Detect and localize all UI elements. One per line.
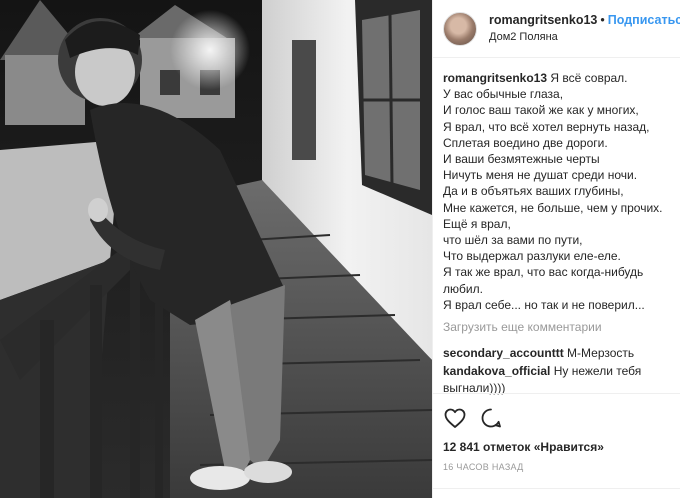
load-more-comments-link[interactable]: Загрузить еще комментарии xyxy=(443,319,680,335)
post-timestamp[interactable]: 16 часов назад xyxy=(443,462,680,472)
caption-line: И ваши безмятежные черты xyxy=(443,152,600,167)
caption: romangritsenko13 Я всё соврал. У вас обы… xyxy=(443,70,680,313)
caption-line: У вас обычные глаза, xyxy=(443,87,564,102)
caption-line: Ещё я врал, xyxy=(443,216,511,231)
likes-count[interactable]: 12 841 отметок «Нравится» xyxy=(443,440,680,454)
header-top-line: romangritsenko13•Подписаться xyxy=(489,13,680,27)
caption-line: И голос ваш такой же как у многих, xyxy=(443,103,639,118)
heart-outline-icon[interactable] xyxy=(443,406,467,430)
caption-line: Ничуть меня не душат среди ночи. xyxy=(443,168,638,183)
add-comment-divider xyxy=(433,488,680,489)
caption-line: Мне кажется, не больше, чем у прочих. xyxy=(443,200,663,215)
post-photo[interactable] xyxy=(0,0,432,498)
author-username[interactable]: romangritsenko13 xyxy=(489,13,597,27)
avatar[interactable] xyxy=(443,11,477,46)
instagram-post: romangritsenko13•Подписаться Дом2 Поляна… xyxy=(0,0,680,498)
action-bar xyxy=(443,404,680,432)
caption-line: что шёл за вами по пути, xyxy=(443,233,583,248)
caption-line: любил. xyxy=(443,281,483,296)
caption-line: Что выдержал разлуки еле-еле. xyxy=(443,249,621,264)
header-text: romangritsenko13•Подписаться Дом2 Поляна xyxy=(489,13,680,44)
caption-line: Я всё соврал. xyxy=(550,71,628,85)
comment-text: М-Мерзость xyxy=(567,346,635,361)
comment-item: kandakova_official Ну нежели тебя выгнал… xyxy=(443,363,680,395)
post-header: romangritsenko13•Подписаться Дом2 Поляна xyxy=(433,0,680,58)
comment-bubble-icon[interactable] xyxy=(479,406,503,430)
header-separator: • xyxy=(600,12,605,27)
location-link[interactable]: Дом2 Поляна xyxy=(489,31,680,44)
post-sidebar: romangritsenko13•Подписаться Дом2 Поляна… xyxy=(432,0,680,498)
comment-text: Ну нежели тебя xyxy=(553,364,642,379)
comments-section: romangritsenko13 Я всё соврал. У вас обы… xyxy=(433,58,680,396)
caption-username[interactable]: romangritsenko13 xyxy=(443,71,547,85)
post-footer: 12 841 отметок «Нравится» 16 часов назад xyxy=(433,393,680,472)
comment-username[interactable]: secondary_accounttt xyxy=(443,346,564,360)
caption-line: Я врал, что всё хотел вернуть назад, xyxy=(443,119,650,134)
photo-image xyxy=(0,0,432,498)
caption-line: Сплетая воедино две дороги. xyxy=(443,135,608,150)
follow-button[interactable]: Подписаться xyxy=(608,13,680,27)
caption-line: Я так же врал, что вас когда-нибудь xyxy=(443,265,644,280)
comment-item: secondary_accounttt М-Мерзость xyxy=(443,345,680,361)
comment-username[interactable]: kandakova_official xyxy=(443,364,550,378)
caption-line: Да и в объятьях ваших глубины, xyxy=(443,184,624,199)
caption-line: Я врал себе... но так и не поверил... xyxy=(443,297,645,312)
